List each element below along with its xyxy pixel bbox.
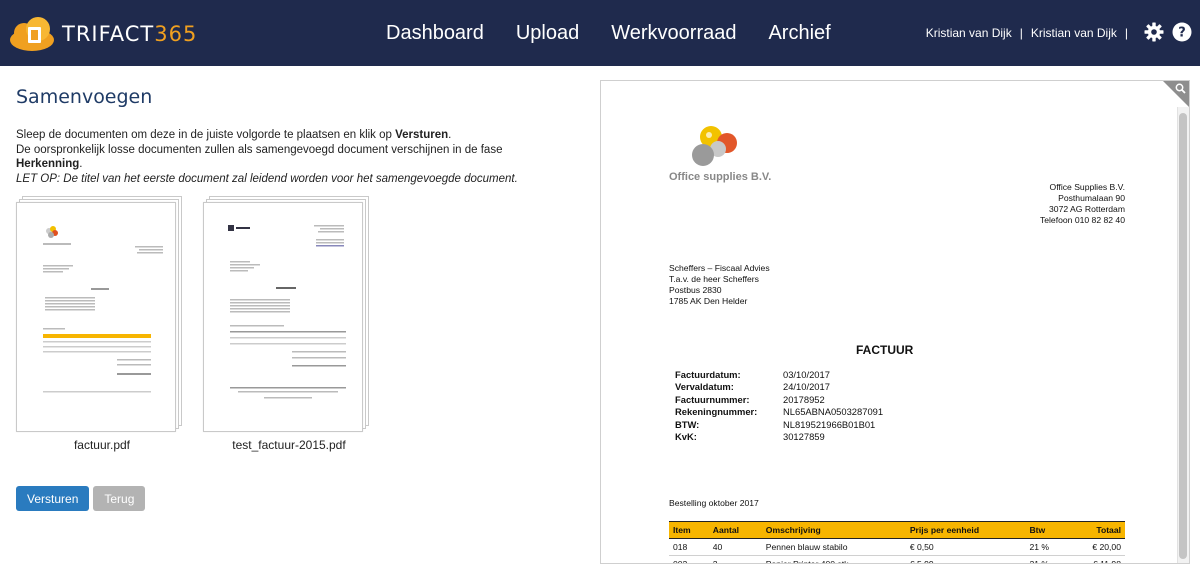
- invoice-details: Factuurdatum: 03/10/2017 Vervaldatum: 24/1…: [675, 369, 883, 443]
- table-cell: 2: [708, 555, 762, 563]
- user-name-1[interactable]: Kristian van Dijk: [926, 26, 1012, 40]
- cloud-logo-icon: [8, 15, 58, 53]
- detail-value: 24/10/2017: [783, 381, 830, 393]
- brand-name-part1: TRIFACT: [62, 22, 155, 46]
- scrollbar-thumb[interactable]: [1179, 113, 1187, 559]
- thumbnail-preview-icon: [228, 225, 346, 399]
- document-list: factuur.pdf test_factuur-2015.pdf: [16, 196, 390, 452]
- column-header: Btw: [1025, 521, 1069, 539]
- top-navigation-bar: TRIFACT365 Dashboard Upload Werkvoorraad…: [0, 0, 1200, 66]
- document-card[interactable]: test_factuur-2015.pdf: [203, 196, 375, 452]
- nav-werkvoorraad[interactable]: Werkvoorraad: [605, 22, 742, 45]
- user-name-2[interactable]: Kristian van Dijk: [1031, 26, 1117, 40]
- table-cell: 002: [669, 555, 709, 563]
- page-title: Samenvoegen: [16, 86, 153, 108]
- column-header: Aantal: [708, 521, 762, 539]
- instruction-text: .: [79, 158, 83, 170]
- user-menu: Kristian van Dijk | Kristian van Dijk |: [926, 0, 1192, 66]
- table-cell: Pennen blauw stabilo: [761, 538, 906, 556]
- main-nav: Dashboard Upload Werkvoorraad Archief: [370, 0, 847, 66]
- nav-archief[interactable]: Archief: [762, 22, 836, 45]
- invoice-items-table: Item Aantal Omschrijving Prijs per eenhe…: [669, 521, 1125, 563]
- scrollbar[interactable]: [1177, 107, 1189, 563]
- sender-line: Office Supplies B.V.: [1049, 182, 1125, 192]
- detail-value: 03/10/2017: [783, 369, 830, 380]
- detail-label: KvK:: [675, 431, 697, 443]
- document-thumbnail[interactable]: [203, 196, 369, 432]
- detail-label: Factuurnummer:: [675, 393, 750, 405]
- help-icon[interactable]: ?: [1172, 22, 1192, 45]
- brand-name: TRIFACT365: [62, 22, 197, 46]
- sender-line: Posthumalaan 90: [1058, 193, 1125, 203]
- detail-value: 30127859: [783, 431, 825, 443]
- table-cell: 21 %: [1025, 538, 1069, 556]
- addressee-line: Postbus 2830: [669, 285, 722, 295]
- svg-text:?: ?: [1178, 25, 1186, 40]
- detail-label: BTW:: [675, 418, 700, 430]
- table-cell: € 5,99: [905, 555, 1026, 563]
- separator: |: [1124, 26, 1128, 40]
- separator: |: [1019, 26, 1023, 40]
- column-header: Totaal: [1068, 521, 1125, 539]
- warning-note: LET OP: De titel van het eerste document…: [16, 172, 518, 185]
- table-cell: Papier Printer 400 stk.: [761, 555, 906, 563]
- document-card[interactable]: factuur.pdf: [16, 196, 188, 452]
- gear-icon[interactable]: [1144, 22, 1164, 45]
- document-name: test_factuur-2015.pdf: [232, 438, 346, 452]
- instruction-line-2: De oorspronkelijk losse documenten zulle…: [16, 143, 503, 156]
- table-cell: 40: [708, 538, 762, 556]
- order-title: Bestelling oktober 2017: [669, 498, 759, 508]
- table-cell: € 0,50: [905, 538, 1026, 556]
- detail-value: 20178952: [783, 393, 825, 405]
- sender-line: 3072 AG Rotterdam: [1049, 204, 1125, 214]
- document-thumbnail[interactable]: [16, 196, 182, 432]
- detail-label: Factuurdatum:: [675, 369, 741, 380]
- instruction-text: .: [448, 129, 452, 141]
- invoice-title: FACTUUR: [856, 343, 914, 357]
- invoice-sender-address: Office Supplies B.V. Posthumalaan 90 307…: [1040, 182, 1125, 226]
- submit-button[interactable]: Versturen: [16, 486, 90, 511]
- invoice-company-name: Office supplies B.V.: [669, 171, 772, 183]
- office-supplies-logo-icon: [689, 121, 745, 176]
- nav-upload[interactable]: Upload: [510, 22, 585, 45]
- magnifier-icon[interactable]: [1175, 83, 1186, 97]
- table-cell: € 20,00: [1068, 538, 1125, 556]
- document-preview[interactable]: Office supplies B.V. Office Supplies B.V…: [600, 80, 1190, 564]
- detail-value: NL65ABNA0503287091: [783, 406, 884, 418]
- table-cell: 018: [669, 538, 709, 556]
- table-row: 018 40 Pennen blauw stabilo € 0,50 21 % …: [669, 538, 1125, 556]
- column-header: Item: [669, 521, 709, 539]
- action-buttons: Versturen Terug: [16, 486, 149, 511]
- instruction-bold: Versturen: [395, 129, 449, 141]
- table-cell: 21 %: [1025, 555, 1069, 563]
- addressee-line: 1785 AK Den Helder: [669, 296, 748, 306]
- thumbnail-preview-icon: [43, 226, 163, 393]
- table-row: 002 2 Papier Printer 400 stk. € 5,99 21 …: [669, 555, 1125, 563]
- column-header: Prijs per eenheid: [905, 521, 1026, 539]
- detail-label: Rekeningnummer:: [675, 406, 758, 418]
- table-cell: € 11,98: [1068, 555, 1125, 563]
- document-name: factuur.pdf: [73, 438, 131, 452]
- merge-panel: Samenvoegen Sleep de documenten om deze …: [16, 86, 576, 186]
- brand-name-part2: 365: [154, 22, 198, 46]
- instruction-bold: Herkenning: [16, 158, 80, 170]
- detail-value: NL819521966B01B01: [783, 418, 876, 430]
- invoice-addressee: Scheffers – Fiscaal Advies T.a.v. de hee…: [669, 263, 770, 307]
- detail-label: Vervaldatum:: [675, 381, 734, 393]
- sender-line: Telefoon 010 82 82 40: [1039, 215, 1125, 225]
- addressee-line: Scheffers – Fiscaal Advies: [669, 263, 770, 273]
- column-header: Omschrijving: [761, 521, 906, 539]
- nav-dashboard[interactable]: Dashboard: [380, 22, 490, 45]
- instructions: Sleep de documenten om deze in de juiste…: [16, 128, 576, 186]
- back-button[interactable]: Terug: [93, 486, 146, 511]
- instruction-text: Sleep de documenten om deze in de juiste…: [16, 129, 396, 141]
- trifact-logo[interactable]: TRIFACT365: [8, 14, 197, 54]
- table-header-row: Item Aantal Omschrijving Prijs per eenhe…: [669, 521, 1125, 539]
- addressee-line: T.a.v. de heer Scheffers: [669, 274, 759, 284]
